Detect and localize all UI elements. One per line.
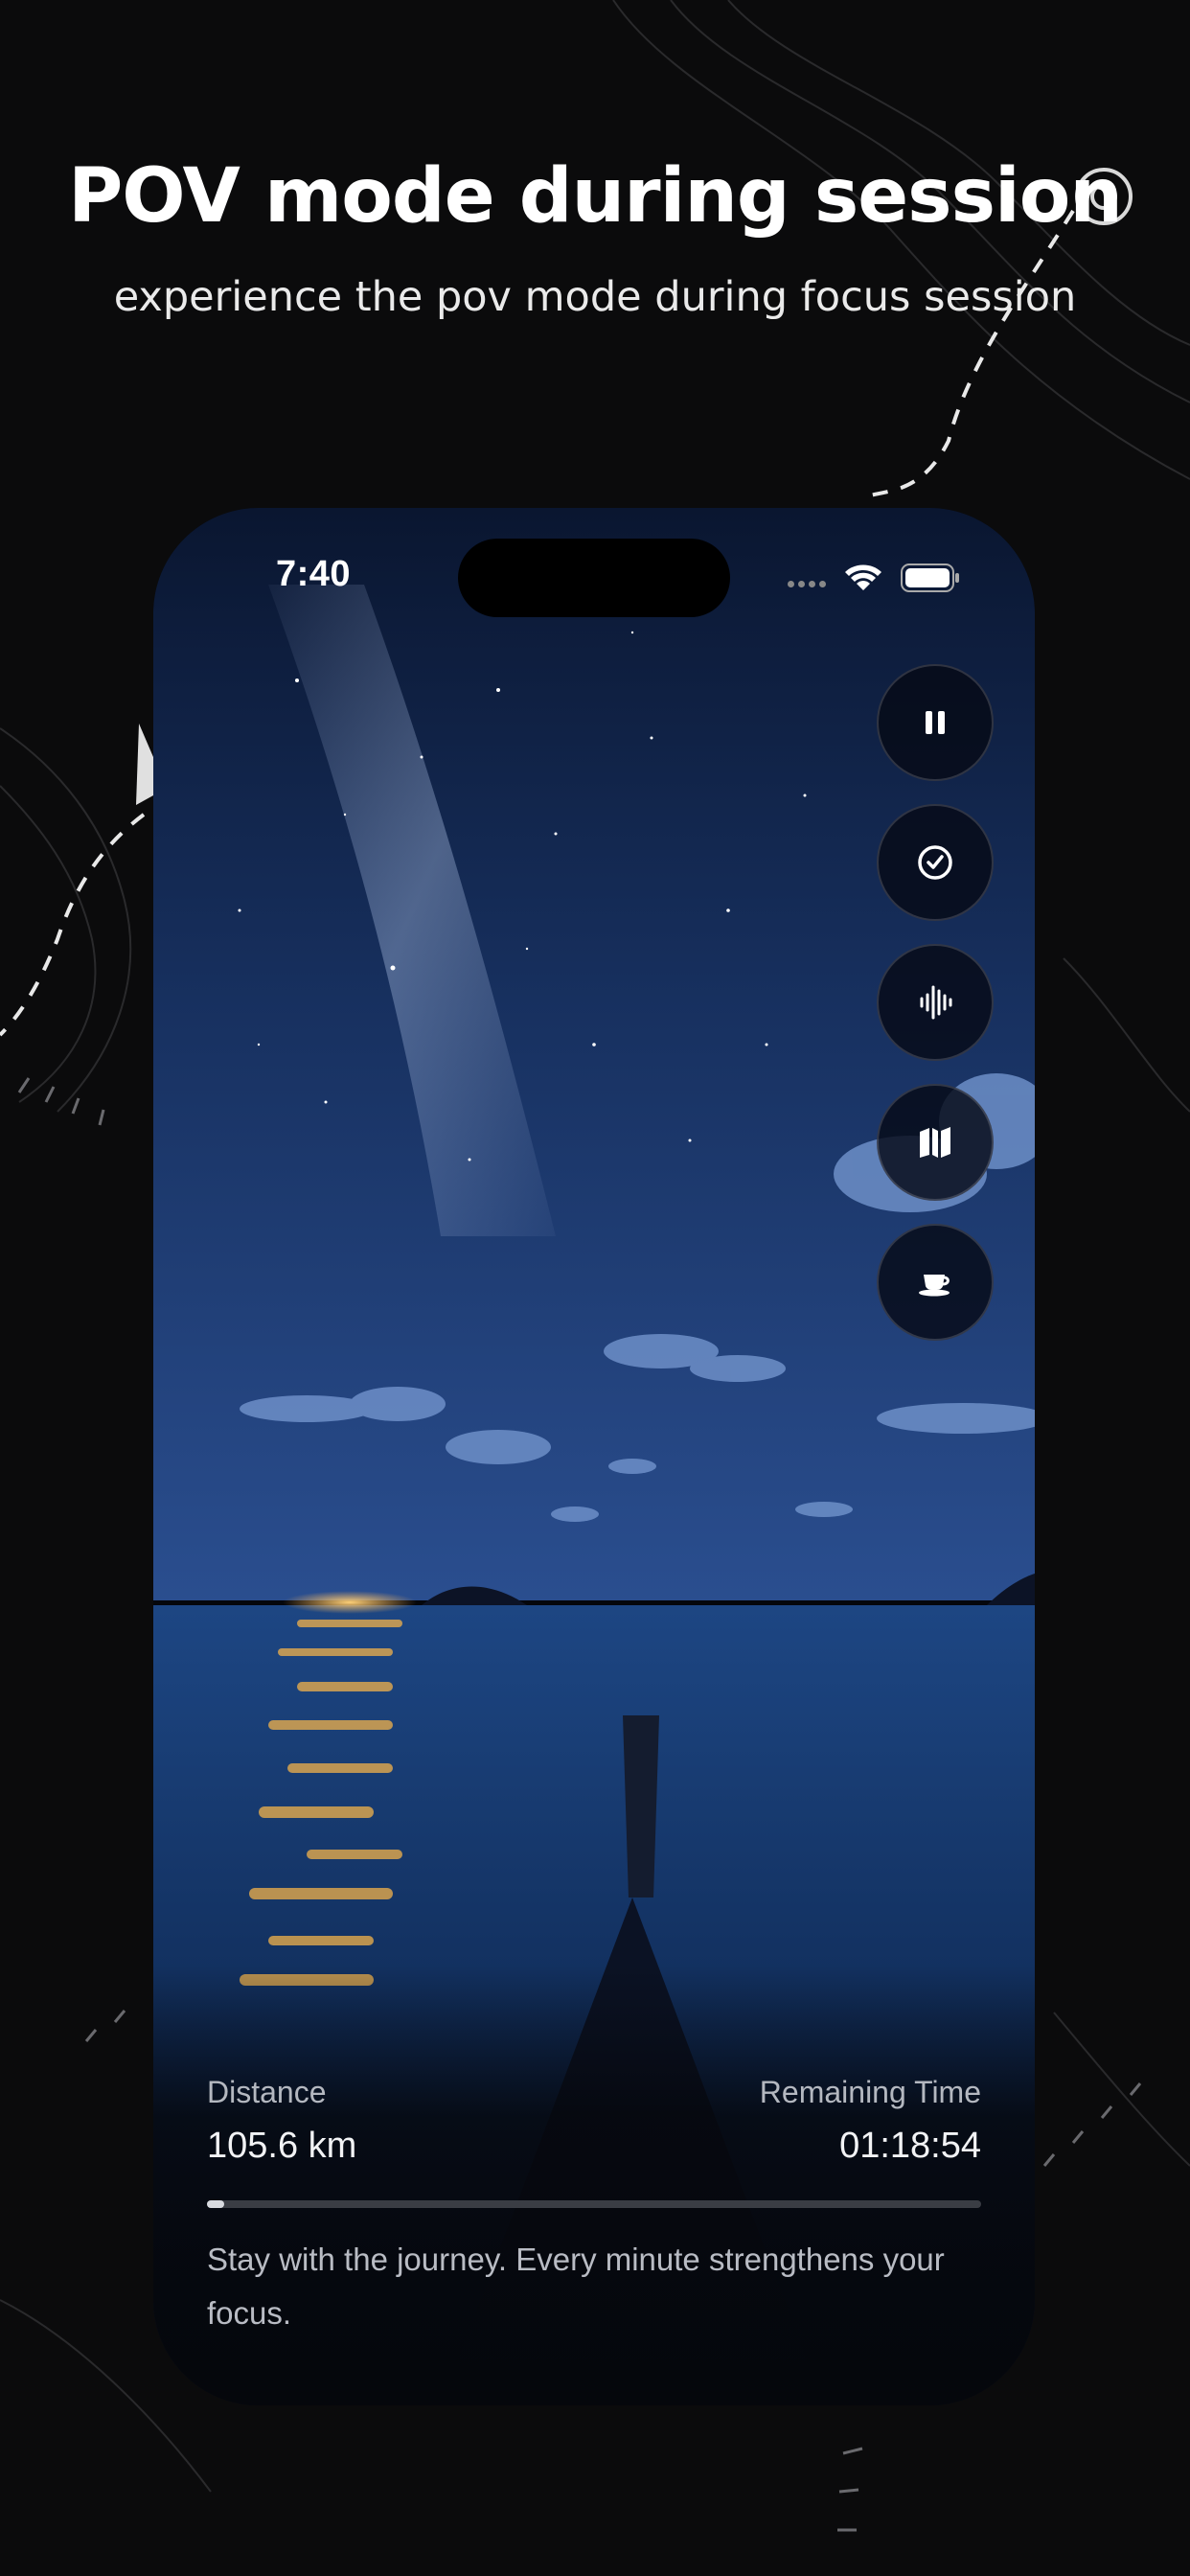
remaining-time-value: 01:18:54 [839,2126,981,2166]
sound-wave-icon [920,985,952,1020]
signal-dots-icon [788,575,830,587]
distance-value: 105.6 km [207,2126,357,2166]
dynamic-island [458,539,730,617]
coffee-cup-icon [919,1275,950,1297]
sound-button[interactable] [877,944,994,1061]
battery-icon [901,564,959,592]
distance-label: Distance [207,2075,327,2109]
motivation-message: Stay with the journey. Every minute stre… [207,2242,945,2331]
status-time: 7:40 [276,554,352,594]
break-button[interactable] [877,1224,994,1341]
check-circle-icon [918,845,952,880]
complete-button[interactable] [877,804,994,921]
journey-progress-bar [207,2200,981,2208]
pov-scene-night-sea [153,508,1035,2405]
pause-button[interactable] [877,664,994,781]
wifi-icon [845,564,881,590]
phone-frame: 7:40 Distance 105.6 km Remaining Time 01… [153,508,1035,2405]
remaining-time-label: Remaining Time [759,2075,981,2109]
map-button[interactable] [877,1084,994,1201]
journey-progress-fill [207,2200,224,2208]
map-icon [920,1127,950,1158]
pause-icon [926,711,945,734]
page-title: POV mode during session [68,153,1123,240]
page-subtitle: experience the pov mode during focus ses… [113,273,1077,321]
